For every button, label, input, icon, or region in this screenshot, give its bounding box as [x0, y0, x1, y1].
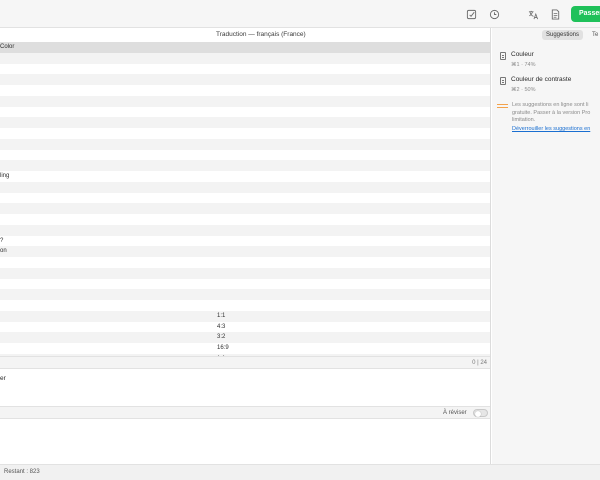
- warning-icon: [497, 104, 508, 111]
- tab-text[interactable]: Te: [588, 30, 600, 40]
- suggestion-title: Couleur: [511, 51, 534, 58]
- status-bar: Restant : 823: [0, 464, 600, 480]
- target-bar: À réviser: [0, 406, 490, 419]
- counter-bar: 0 | 24: [0, 356, 490, 369]
- target-cell: 4:3: [217, 323, 226, 330]
- translate-icon[interactable]: [526, 7, 540, 21]
- document-icon: [500, 77, 506, 85]
- table-row[interactable]: [0, 128, 490, 139]
- table-row[interactable]: [0, 64, 490, 75]
- table-row[interactable]: 16:9: [0, 343, 490, 354]
- target-cell: 3:2: [217, 334, 226, 341]
- document-icon: [500, 52, 506, 60]
- target-cell: 16:9: [217, 345, 229, 351]
- source-cell: ling: [0, 173, 10, 179]
- upgrade-button[interactable]: Passer à: [571, 6, 600, 22]
- sidebar-tabs: Suggestions Te: [492, 30, 600, 42]
- table-row[interactable]: [0, 150, 490, 161]
- table-row[interactable]: ?: [0, 236, 490, 247]
- table-header: Traduction — français (France): [0, 28, 490, 42]
- table-row[interactable]: 3:2: [0, 332, 490, 343]
- strings-table: Colorling?on1:14:33:216:91:1: [0, 42, 490, 386]
- table-row[interactable]: [0, 203, 490, 214]
- table-row[interactable]: 4:3: [0, 322, 490, 333]
- table-row[interactable]: [0, 117, 490, 128]
- review-toggle[interactable]: [473, 409, 488, 417]
- table-row[interactable]: on: [0, 246, 490, 257]
- unlock-suggestions-link[interactable]: Déverrouiller les suggestions en: [512, 126, 590, 132]
- table-row[interactable]: Color: [0, 42, 490, 53]
- table-row[interactable]: [0, 289, 490, 300]
- target-cell: 1:1: [217, 312, 226, 319]
- table-row[interactable]: [0, 107, 490, 118]
- table-row[interactable]: [0, 267, 490, 279]
- table-row[interactable]: [0, 300, 490, 311]
- remaining-count: Restant : 823: [4, 469, 40, 475]
- table-row[interactable]: [0, 279, 490, 290]
- character-counter: 0 | 24: [472, 360, 487, 366]
- strings-panel: Traduction — français (France) Color ling…: [0, 28, 491, 464]
- review-label: À réviser: [443, 410, 467, 416]
- notice-text: Les suggestions en ligne sont li gratuit…: [512, 102, 591, 123]
- suggestion-meta: ⌘1 · 74%: [511, 62, 536, 68]
- table-row[interactable]: [0, 138, 490, 150]
- source-cell: ?: [0, 237, 4, 244]
- tab-suggestions[interactable]: Suggestions: [542, 30, 584, 40]
- suggestions-sidebar: Suggestions Te Couleur ⌘1 · 74% Couleur …: [492, 28, 600, 464]
- table-row[interactable]: [0, 74, 490, 85]
- history-icon[interactable]: [487, 7, 501, 21]
- table-row[interactable]: [0, 257, 490, 268]
- toolbar: Passer à: [0, 0, 600, 28]
- table-row[interactable]: [0, 214, 490, 225]
- document-icon[interactable]: [548, 7, 562, 21]
- translation-input[interactable]: [0, 419, 490, 464]
- table-row[interactable]: [0, 52, 490, 64]
- table-row[interactable]: [0, 193, 490, 204]
- table-row[interactable]: [0, 160, 490, 171]
- source-cell: on: [0, 248, 7, 255]
- table-row[interactable]: [0, 224, 490, 236]
- target-language-label: Traduction — français (France): [216, 31, 306, 38]
- source-text-area: er: [0, 370, 490, 406]
- table-row[interactable]: [0, 85, 490, 96]
- source-text: er: [0, 375, 6, 382]
- table-row[interactable]: ling: [0, 171, 490, 182]
- source-cell: Color: [0, 44, 15, 50]
- suggestion-meta: ⌘2 · 50%: [511, 87, 536, 93]
- table-row[interactable]: [0, 181, 490, 193]
- suggestion-title: Couleur de contraste: [511, 76, 572, 83]
- table-row[interactable]: 1:1: [0, 310, 490, 322]
- edit-icon[interactable]: [464, 7, 478, 21]
- table-row[interactable]: [0, 95, 490, 107]
